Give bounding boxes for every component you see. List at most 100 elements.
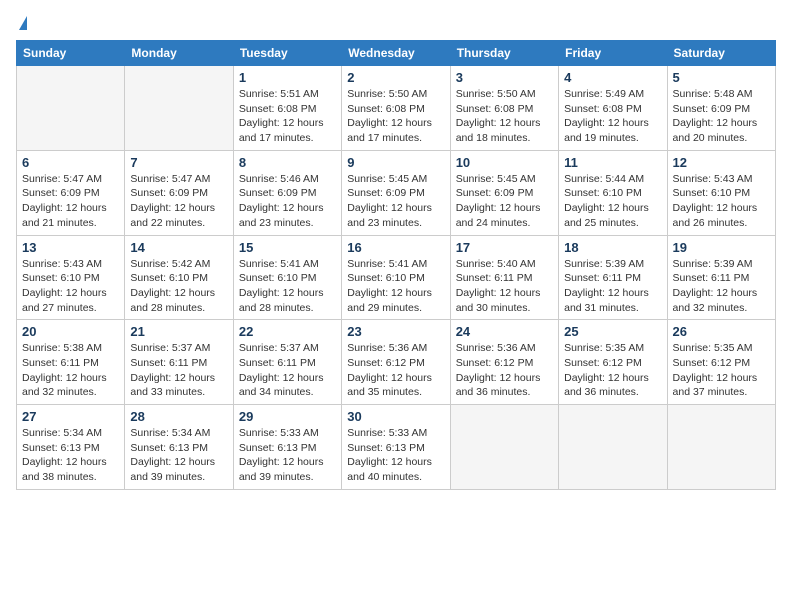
day-info: Sunrise: 5:41 AMSunset: 6:10 PMDaylight:… <box>239 257 336 316</box>
calendar-cell: 26 Sunrise: 5:35 AMSunset: 6:12 PMDayligh… <box>667 320 775 405</box>
weekday-header-saturday: Saturday <box>667 41 775 66</box>
calendar-cell: 18 Sunrise: 5:39 AMSunset: 6:11 PMDayligh… <box>559 235 667 320</box>
calendar-cell: 29 Sunrise: 5:33 AMSunset: 6:13 PMDayligh… <box>233 405 341 490</box>
calendar-cell <box>17 66 125 151</box>
day-info: Sunrise: 5:39 AMSunset: 6:11 PMDaylight:… <box>673 257 770 316</box>
day-info: Sunrise: 5:44 AMSunset: 6:10 PMDaylight:… <box>564 172 661 231</box>
day-number: 10 <box>456 155 553 170</box>
day-info: Sunrise: 5:48 AMSunset: 6:09 PMDaylight:… <box>673 87 770 146</box>
day-info: Sunrise: 5:37 AMSunset: 6:11 PMDaylight:… <box>239 341 336 400</box>
day-number: 7 <box>130 155 227 170</box>
calendar-week-row: 27 Sunrise: 5:34 AMSunset: 6:13 PMDayligh… <box>17 405 776 490</box>
calendar-week-row: 13Sunrise: 5:43 AMSunset: 6:10 PMDayligh… <box>17 235 776 320</box>
weekday-header-friday: Friday <box>559 41 667 66</box>
calendar-cell: 15 Sunrise: 5:41 AMSunset: 6:10 PMDayligh… <box>233 235 341 320</box>
day-info: Sunrise: 5:45 AMSunset: 6:09 PMDaylight:… <box>456 172 553 231</box>
calendar-cell: 1 Sunrise: 5:51 AMSunset: 6:08 PMDaylight… <box>233 66 341 151</box>
day-number: 3 <box>456 70 553 85</box>
weekday-header-wednesday: Wednesday <box>342 41 450 66</box>
day-number: 20 <box>22 324 119 339</box>
calendar-week-row: 20 Sunrise: 5:38 AMSunset: 6:11 PMDayligh… <box>17 320 776 405</box>
calendar-cell: 9 Sunrise: 5:45 AMSunset: 6:09 PMDaylight… <box>342 150 450 235</box>
day-number: 4 <box>564 70 661 85</box>
day-number: 26 <box>673 324 770 339</box>
day-number: 21 <box>130 324 227 339</box>
day-number: 12 <box>673 155 770 170</box>
day-info: Sunrise: 5:38 AMSunset: 6:11 PMDaylight:… <box>22 341 119 400</box>
day-info: Sunrise: 5:41 AMSunset: 6:10 PMDaylight:… <box>347 257 444 316</box>
day-info: Sunrise: 5:50 AMSunset: 6:08 PMDaylight:… <box>347 87 444 146</box>
day-number: 24 <box>456 324 553 339</box>
calendar-cell: 7 Sunrise: 5:47 AMSunset: 6:09 PMDaylight… <box>125 150 233 235</box>
day-number: 25 <box>564 324 661 339</box>
day-info: Sunrise: 5:33 AMSunset: 6:13 PMDaylight:… <box>347 426 444 485</box>
calendar-cell: 20 Sunrise: 5:38 AMSunset: 6:11 PMDayligh… <box>17 320 125 405</box>
day-number: 11 <box>564 155 661 170</box>
calendar-cell: 25Sunrise: 5:35 AMSunset: 6:12 PMDayligh… <box>559 320 667 405</box>
day-info: Sunrise: 5:47 AMSunset: 6:09 PMDaylight:… <box>130 172 227 231</box>
day-number: 30 <box>347 409 444 424</box>
weekday-header-sunday: Sunday <box>17 41 125 66</box>
calendar-cell: 11 Sunrise: 5:44 AMSunset: 6:10 PMDayligh… <box>559 150 667 235</box>
calendar-cell: 28Sunrise: 5:34 AMSunset: 6:13 PMDayligh… <box>125 405 233 490</box>
calendar-table: SundayMondayTuesdayWednesdayThursdayFrid… <box>16 40 776 490</box>
calendar-cell: 24 Sunrise: 5:36 AMSunset: 6:12 PMDayligh… <box>450 320 558 405</box>
calendar-week-row: 6 Sunrise: 5:47 AMSunset: 6:09 PMDaylight… <box>17 150 776 235</box>
day-number: 5 <box>673 70 770 85</box>
calendar-cell: 5 Sunrise: 5:48 AMSunset: 6:09 PMDaylight… <box>667 66 775 151</box>
day-number: 8 <box>239 155 336 170</box>
calendar-cell <box>559 405 667 490</box>
day-info: Sunrise: 5:34 AMSunset: 6:13 PMDaylight:… <box>22 426 119 485</box>
calendar-cell: 21 Sunrise: 5:37 AMSunset: 6:11 PMDayligh… <box>125 320 233 405</box>
day-info: Sunrise: 5:43 AMSunset: 6:10 PMDaylight:… <box>673 172 770 231</box>
calendar-cell: 22 Sunrise: 5:37 AMSunset: 6:11 PMDayligh… <box>233 320 341 405</box>
day-number: 6 <box>22 155 119 170</box>
calendar-cell: 27 Sunrise: 5:34 AMSunset: 6:13 PMDayligh… <box>17 405 125 490</box>
calendar-cell <box>667 405 775 490</box>
day-info: Sunrise: 5:42 AMSunset: 6:10 PMDaylight:… <box>130 257 227 316</box>
day-info: Sunrise: 5:37 AMSunset: 6:11 PMDaylight:… <box>130 341 227 400</box>
day-info: Sunrise: 5:51 AMSunset: 6:08 PMDaylight:… <box>239 87 336 146</box>
logo <box>16 16 27 32</box>
calendar-cell <box>450 405 558 490</box>
day-info: Sunrise: 5:49 AMSunset: 6:08 PMDaylight:… <box>564 87 661 146</box>
day-number: 9 <box>347 155 444 170</box>
page-header <box>16 16 776 32</box>
logo-triangle-icon <box>19 16 27 30</box>
day-number: 27 <box>22 409 119 424</box>
day-number: 18 <box>564 240 661 255</box>
day-info: Sunrise: 5:39 AMSunset: 6:11 PMDaylight:… <box>564 257 661 316</box>
day-number: 2 <box>347 70 444 85</box>
day-info: Sunrise: 5:47 AMSunset: 6:09 PMDaylight:… <box>22 172 119 231</box>
calendar-cell: 30 Sunrise: 5:33 AMSunset: 6:13 PMDayligh… <box>342 405 450 490</box>
calendar-cell: 16Sunrise: 5:41 AMSunset: 6:10 PMDayligh… <box>342 235 450 320</box>
day-number: 29 <box>239 409 336 424</box>
day-info: Sunrise: 5:50 AMSunset: 6:08 PMDaylight:… <box>456 87 553 146</box>
calendar-cell <box>125 66 233 151</box>
day-info: Sunrise: 5:45 AMSunset: 6:09 PMDaylight:… <box>347 172 444 231</box>
day-number: 15 <box>239 240 336 255</box>
day-number: 22 <box>239 324 336 339</box>
day-number: 1 <box>239 70 336 85</box>
calendar-cell: 17 Sunrise: 5:40 AMSunset: 6:11 PMDayligh… <box>450 235 558 320</box>
calendar-cell: 6 Sunrise: 5:47 AMSunset: 6:09 PMDaylight… <box>17 150 125 235</box>
day-info: Sunrise: 5:33 AMSunset: 6:13 PMDaylight:… <box>239 426 336 485</box>
calendar-cell: 4 Sunrise: 5:49 AMSunset: 6:08 PMDaylight… <box>559 66 667 151</box>
day-info: Sunrise: 5:36 AMSunset: 6:12 PMDaylight:… <box>347 341 444 400</box>
day-number: 19 <box>673 240 770 255</box>
weekday-header-monday: Monday <box>125 41 233 66</box>
day-number: 13 <box>22 240 119 255</box>
day-number: 23 <box>347 324 444 339</box>
calendar-cell: 12 Sunrise: 5:43 AMSunset: 6:10 PMDayligh… <box>667 150 775 235</box>
day-info: Sunrise: 5:46 AMSunset: 6:09 PMDaylight:… <box>239 172 336 231</box>
day-number: 28 <box>130 409 227 424</box>
day-info: Sunrise: 5:35 AMSunset: 6:12 PMDaylight:… <box>673 341 770 400</box>
calendar-week-row: 1 Sunrise: 5:51 AMSunset: 6:08 PMDaylight… <box>17 66 776 151</box>
day-info: Sunrise: 5:40 AMSunset: 6:11 PMDaylight:… <box>456 257 553 316</box>
calendar-header-row: SundayMondayTuesdayWednesdayThursdayFrid… <box>17 41 776 66</box>
day-number: 17 <box>456 240 553 255</box>
weekday-header-tuesday: Tuesday <box>233 41 341 66</box>
day-info: Sunrise: 5:36 AMSunset: 6:12 PMDaylight:… <box>456 341 553 400</box>
calendar-cell: 13Sunrise: 5:43 AMSunset: 6:10 PMDayligh… <box>17 235 125 320</box>
weekday-header-thursday: Thursday <box>450 41 558 66</box>
